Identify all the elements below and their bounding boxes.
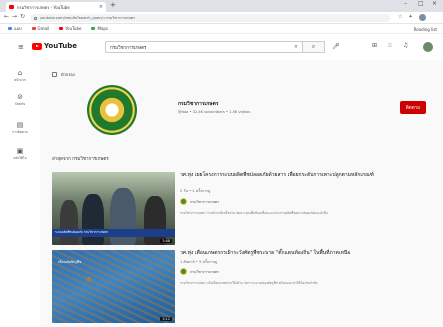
subscriptions-icon: ▤ bbox=[16, 121, 24, 129]
reading-list-button[interactable]: Reading list bbox=[414, 27, 437, 32]
home-icon: ⌂ bbox=[17, 69, 23, 77]
lock-icon bbox=[34, 16, 37, 20]
browser-toolbar-icons: ☆ ✦ bbox=[398, 14, 426, 21]
thumbnail-figure bbox=[82, 194, 104, 245]
tab-close-icon[interactable]: × bbox=[99, 4, 103, 10]
clear-search-icon[interactable]: × bbox=[294, 44, 298, 50]
bookmark-item[interactable]: Gmail bbox=[31, 26, 49, 31]
microphone-icon[interactable]: 🎤︎ bbox=[332, 44, 340, 50]
star-icon[interactable]: ☆ bbox=[398, 14, 402, 21]
bookmark-item[interactable]: Maps bbox=[91, 26, 108, 31]
shorts-icon: ⊘ bbox=[17, 93, 23, 101]
left-rail: ⌂ หน้าแรก ⊘ Shorts ▤ การติดตาม ▣ คลังวิด… bbox=[0, 60, 40, 327]
browser-tab[interactable]: กรมวิชาการเกษตร - YouTube × bbox=[6, 2, 106, 12]
create-video-icon[interactable]: ⊞ bbox=[372, 43, 377, 49]
channel-logo[interactable] bbox=[87, 85, 137, 135]
back-icon[interactable]: ← bbox=[4, 14, 9, 20]
video-meta: 2 วัน • 1 ครั้งการดู bbox=[180, 189, 211, 193]
filter-button[interactable]: ตัวกรอง bbox=[52, 71, 75, 78]
search-input[interactable]: กรมวิชาการเกษตร × bbox=[105, 41, 303, 53]
library-icon: ▣ bbox=[16, 147, 24, 155]
notifications-icon[interactable]: ♫ bbox=[403, 43, 408, 49]
channel-name[interactable]: กรมวิชาการเกษตร bbox=[178, 100, 219, 108]
maximize-icon[interactable]: □ bbox=[418, 1, 424, 7]
close-window-icon[interactable]: × bbox=[432, 1, 437, 7]
search-icon: ⌕ bbox=[311, 43, 316, 50]
rail-item-subscriptions[interactable]: ▤ การติดตาม bbox=[0, 122, 40, 135]
rail-item-shorts[interactable]: ⊘ Shorts bbox=[0, 93, 40, 107]
tab-title: กรมวิชาการเกษตร - YouTube bbox=[17, 4, 70, 10]
youtube-header: ≡ YouTube กรมวิชาการเกษตร × ⌕ 🎤︎ ⊞ ⁝⁝ ♫ bbox=[0, 35, 443, 59]
maps-icon bbox=[91, 27, 96, 30]
minimize-icon[interactable]: – bbox=[404, 1, 407, 7]
channel-meta: @doa • 32.4K subscribers • 1.5K videos bbox=[178, 110, 251, 114]
bookmarks-bar: แอป Gmail YouTube Maps Reading list bbox=[0, 24, 443, 34]
video-thumbnail[interactable]: ระบบผลิตพืชปลอดภัย กรมวิชาการเกษตร 2:48 bbox=[52, 172, 175, 245]
video-meta: 1 สัปดาห์ • 5 ครั้งการดู bbox=[180, 260, 218, 264]
video-channel[interactable]: กรมวิชาการเกษตร bbox=[180, 198, 219, 205]
gmail-icon bbox=[31, 27, 36, 30]
address-bar-row: ← → ↻ youtube.com/results?search_query=ก… bbox=[0, 12, 443, 24]
reload-icon[interactable]: ↻ bbox=[20, 14, 25, 20]
video-title[interactable]: วศ.ทุ่ง เผยโครงการระบบผลิตพืชปลอดภัยด้วย… bbox=[180, 172, 415, 179]
search-value: กรมวิชาการเกษตร bbox=[110, 45, 147, 51]
youtube-favicon-icon bbox=[9, 5, 14, 9]
bookmark-item[interactable]: YouTube bbox=[59, 26, 81, 31]
video-duration: 3:12 bbox=[160, 317, 172, 321]
apps-icon bbox=[8, 27, 12, 30]
avatar[interactable] bbox=[423, 42, 433, 52]
browser-tab-strip: กรมวิชาการเกษตร - YouTube × + – □ × bbox=[0, 0, 443, 12]
profile-avatar[interactable] bbox=[418, 14, 426, 21]
thumbnail-figure bbox=[144, 196, 166, 245]
video-thumbnail[interactable]: เตือนภัยศัตรูพืช 3:12 bbox=[52, 250, 175, 323]
rail-item-library[interactable]: ▣ คลังวิดีโอ bbox=[0, 148, 40, 161]
channel-avatar bbox=[180, 198, 187, 205]
new-tab-button[interactable]: + bbox=[110, 2, 116, 9]
menu-icon[interactable]: ≡ bbox=[18, 44, 24, 51]
forward-icon[interactable]: → bbox=[12, 14, 17, 20]
bookmark-item[interactable]: แอป bbox=[8, 25, 22, 32]
section-title: ล่าสุดจาก กรมวิชาการเกษตร bbox=[52, 157, 109, 162]
video-channel[interactable]: กรมวิชาการเกษตร bbox=[180, 268, 219, 275]
filter-icon bbox=[52, 72, 57, 77]
video-duration: 2:48 bbox=[160, 239, 172, 243]
channel-avatar bbox=[180, 268, 187, 275]
header-actions: ⊞ ⁝⁝ ♫ bbox=[372, 43, 408, 49]
apps-grid-icon[interactable]: ⁝⁝ bbox=[388, 43, 392, 49]
youtube-logo[interactable]: YouTube bbox=[32, 42, 77, 50]
rail-item-home[interactable]: ⌂ หน้าแรก bbox=[0, 70, 40, 83]
thumbnail-figure bbox=[60, 200, 78, 245]
url-text: youtube.com/results?search_query=กรมวิชา… bbox=[40, 16, 135, 20]
youtube-icon bbox=[59, 27, 64, 30]
video-description: กรมวิชาการเกษตร แจ้งเตือนเกษตรกรให้เฝ้าร… bbox=[180, 281, 318, 285]
search-button[interactable]: ⌕ bbox=[303, 41, 325, 53]
extensions-icon[interactable]: ✦ bbox=[408, 14, 412, 21]
youtube-play-icon bbox=[32, 42, 42, 50]
thumbnail-caption: ระบบผลิตพืชปลอดภัย กรมวิชาการเกษตร bbox=[52, 229, 175, 237]
subscribe-button[interactable]: ติดตาม bbox=[400, 101, 426, 114]
video-title[interactable]: วศ.ทุ่ง เตือนเกษตรกรเฝ้าระวังศัตรูพืชระบ… bbox=[180, 250, 415, 257]
search-results: ตัวกรอง กรมวิชาการเกษตร @doa • 32.4K sub… bbox=[40, 60, 443, 327]
url-input[interactable]: youtube.com/results?search_query=กรมวิชา… bbox=[30, 14, 390, 22]
video-description: กรมวิชาการเกษตร ร่วมกับภาคีเครือข่าย จัด… bbox=[180, 211, 328, 215]
